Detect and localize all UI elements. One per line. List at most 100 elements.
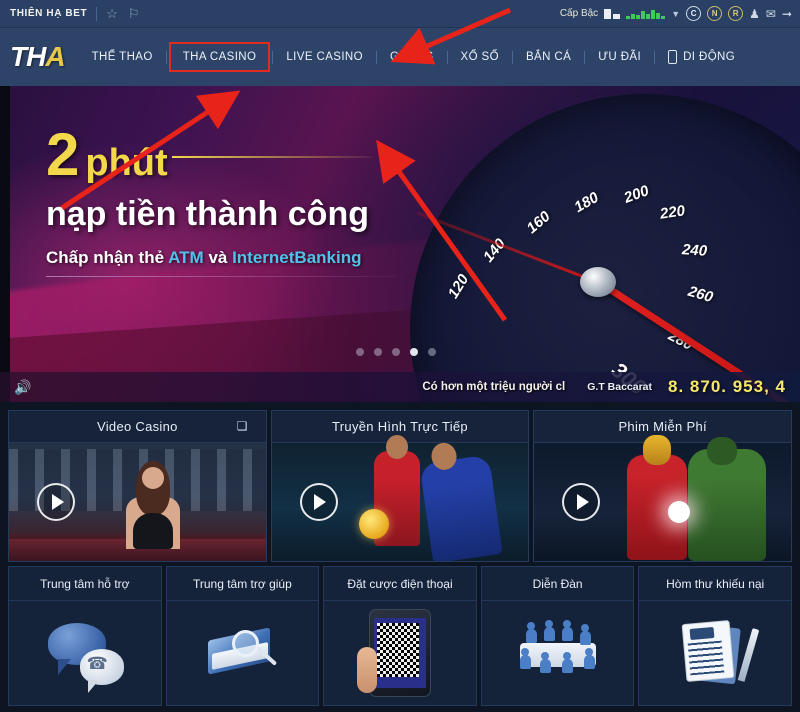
divider <box>96 6 98 21</box>
hero-ticker-bar: 🔊 Có hơn một triệu người cl G.T Baccarat… <box>0 372 800 402</box>
marquee-text: Có hơn một triệu người cl <box>422 381 566 393</box>
support-item-trung-tam-ho-tro[interactable]: Trung tâm hỗ trợ ☎ <box>8 566 162 706</box>
arc-reactor-glow <box>667 501 690 523</box>
hero-banner[interactable]: 120 140 160 180 200 220 240 260 280 300 … <box>0 86 800 402</box>
site-brand-text: THIÊN HẠ BET <box>10 8 88 19</box>
carousel-dot-1[interactable] <box>356 348 364 356</box>
hero-payment-mid: và <box>203 248 233 267</box>
carousel-dot-4[interactable] <box>410 348 418 356</box>
hero-subheadline: nạp tiền thành công <box>46 195 369 233</box>
card-title-truyen-hinh: Truyền Hình Trực Tiếp <box>332 419 468 434</box>
hero-payment-line: Chấp nhận thẻ ATM và InternetBanking <box>46 248 396 268</box>
book-magnifier-icon <box>204 624 280 682</box>
nav-item-ban-ca[interactable]: BẮN CÁ <box>513 44 584 70</box>
top-utility-bar: THIÊN HẠ BET ☆ ⚐ Cấp Bậc ▼ C N R ♟ ✉ ➞ <box>0 0 800 28</box>
carousel-dot-3[interactable] <box>392 348 400 356</box>
card-header: Video Casino ❏ <box>9 411 266 443</box>
gauge-number-240: 240 <box>681 241 708 260</box>
logout-icon[interactable]: ➞ <box>782 7 792 21</box>
support-label-trung-tam-tro-giup: Trung tâm trợ giúp <box>166 567 319 601</box>
play-icon[interactable] <box>299 483 338 521</box>
hero-payment-prefix: Chấp nhận thẻ <box>46 248 169 267</box>
jackpot-value: 8. 870. 953, 4 <box>668 377 786 396</box>
hero-headline-row: 2 phút <box>46 121 396 188</box>
nav-item-uu-dai[interactable]: ƯU ĐÃI <box>585 44 654 70</box>
support-item-trung-tam-tro-giup[interactable]: Trung tâm trợ giúp <box>165 566 320 706</box>
hero-underline <box>46 276 396 277</box>
speaker-icon[interactable]: 🔊 <box>14 380 31 394</box>
card-title-video-casino: Video Casino <box>96 419 178 434</box>
gauge-number-220: 220 <box>658 202 687 223</box>
nav-item-live-casino[interactable]: LIVE CASINO <box>273 44 376 70</box>
logo-text-white: TH <box>10 41 46 72</box>
hero-rule <box>171 155 372 158</box>
dealer-figure <box>122 461 184 559</box>
player-blue <box>419 454 503 561</box>
card-body[interactable] <box>271 435 529 561</box>
jackpot-label: G.T Baccarat <box>587 381 653 393</box>
mobile-phone-icon <box>668 50 678 64</box>
support-item-hom-thu-khieu-nai[interactable]: Hòm thư khiếu nại <box>638 566 792 706</box>
document-pen-icon <box>680 620 760 686</box>
gauge-rim <box>410 94 800 402</box>
logo-text-yellow: A <box>45 41 65 72</box>
hero-number: 2 <box>46 121 80 188</box>
feature-card-row: Video Casino ❏ Truyền Hình Trực Tiếp Phi… <box>8 410 793 562</box>
card-video-casino[interactable]: Video Casino ❏ <box>8 410 267 562</box>
badge-r[interactable]: R <box>728 6 744 21</box>
support-art <box>639 601 791 705</box>
hero-payment-internetbanking: InternetBanking <box>232 248 362 267</box>
card-body[interactable] <box>9 443 266 561</box>
page-root: THIÊN HẠ BET ☆ ⚐ Cấp Bậc ▼ C N R ♟ ✉ ➞ T… <box>0 0 800 712</box>
balance-sparkline-icon <box>626 8 666 19</box>
star-icon[interactable]: ☆ <box>106 7 118 20</box>
nav-item-di-dong-label: DI ĐỘNG <box>683 51 736 63</box>
support-label-trung-tam-ho-tro: Trung tâm hỗ trợ <box>9 567 161 601</box>
support-label-hom-thu-khieu-nai: Hòm thư khiếu nại <box>639 567 791 601</box>
support-label-dien-dan: Diễn Đàn <box>481 567 634 601</box>
user-icon[interactable]: ♟ <box>749 7 760 21</box>
site-logo[interactable]: THA <box>0 41 66 72</box>
support-art <box>167 601 319 705</box>
hero-text-block: 2 phút nạp tiền thành công Chấp nhận thẻ… <box>46 121 396 277</box>
football-icon <box>358 509 389 539</box>
carousel-dot-5[interactable] <box>428 348 436 356</box>
support-row: Trung tâm hỗ trợ ☎ Trung tâm trợ giúp Đặ… <box>8 566 792 706</box>
support-art <box>482 601 634 705</box>
carousel-dots[interactable] <box>356 348 436 356</box>
nav-item-the-thao[interactable]: THỂ THAO <box>79 44 166 70</box>
rank-label: Cấp Bậc <box>559 8 599 19</box>
support-item-dien-dan[interactable]: Diễn Đàn <box>480 566 635 706</box>
nav-item-games[interactable]: GAMES <box>377 44 447 70</box>
nav-item-xo-so[interactable]: XỔ SỐ <box>448 44 512 70</box>
nav-item-di-dong[interactable]: DI ĐỘNG <box>655 43 748 71</box>
chevron-down-icon[interactable]: ▼ <box>671 9 680 19</box>
badge-c[interactable]: C <box>686 6 702 21</box>
top-right-group: Cấp Bậc ▼ C N R ♟ ✉ ➞ <box>560 6 800 21</box>
support-art: ☎ <box>9 601 161 705</box>
expand-icon[interactable]: ❏ <box>237 420 250 433</box>
hero-left-edge <box>0 86 10 402</box>
forum-meeting-icon <box>506 620 610 681</box>
rank-bars-icon <box>604 8 621 19</box>
support-item-dat-cuoc-dien-thoai[interactable]: Đặt cược điện thoại <box>323 566 477 706</box>
play-icon[interactable] <box>37 483 75 521</box>
carousel-dot-2[interactable] <box>374 348 382 356</box>
envelope-icon[interactable]: ✉ <box>766 7 776 21</box>
badge-n[interactable]: N <box>707 6 723 21</box>
support-label-dat-cuoc-dien-thoai: Đặt cược điện thoại <box>324 567 476 601</box>
divider <box>165 50 167 64</box>
bookmark-icon[interactable]: ⚐ <box>128 7 140 20</box>
card-body[interactable] <box>534 435 792 561</box>
nav-item-tha-casino[interactable]: THA CASINO <box>168 42 271 72</box>
nav-item-list: THỂ THAO THA CASINO LIVE CASINO GAMES XỔ… <box>79 42 749 72</box>
card-truyen-hinh-truc-tiep[interactable]: Truyền Hình Trực Tiếp <box>270 410 530 562</box>
hero-unit: phút <box>85 142 168 184</box>
speedometer-graphic: 120 140 160 180 200 220 240 260 280 300 <box>410 94 800 402</box>
phone-qr-code-icon <box>356 609 431 697</box>
support-art <box>324 601 476 705</box>
gauge-hub <box>580 267 616 297</box>
card-phim-mien-phi[interactable]: Phim Miễn Phí <box>533 410 793 562</box>
main-navigation: THA THỂ THAO THA CASINO LIVE CASINO GAME… <box>0 28 800 86</box>
hulk-figure <box>688 437 767 561</box>
